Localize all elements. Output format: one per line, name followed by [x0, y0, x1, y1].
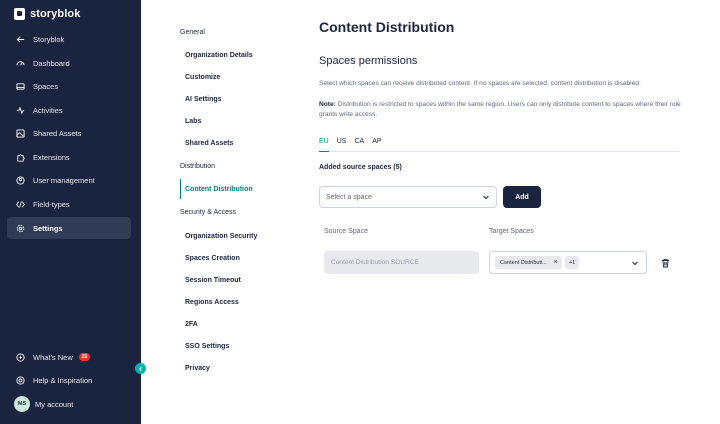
- added-spaces-label: Added source spaces (5): [319, 164, 402, 171]
- sidebar-item-settings[interactable]: Settings: [7, 217, 131, 239]
- arrow-left-icon: [16, 35, 25, 44]
- sidebar-item-extensions[interactable]: Extensions: [7, 146, 131, 168]
- my-account-label: My account: [35, 399, 74, 409]
- menu-item-spaces-creation[interactable]: Spaces Creation: [180, 248, 270, 268]
- settings-menu: General Organization Details Customize A…: [141, 0, 301, 424]
- sidebar-item-spaces[interactable]: Spaces: [7, 75, 131, 97]
- menu-item-privacy[interactable]: Privacy: [180, 358, 270, 378]
- note-text: Distribution is restricted to spaces wit…: [319, 101, 681, 118]
- sidebar-item-label: Dashboard: [33, 58, 70, 68]
- target-space-chip: Content Distributi... ×: [495, 256, 562, 269]
- menu-item-regions-access[interactable]: Regions Access: [180, 292, 270, 312]
- tab-eu[interactable]: EU: [319, 136, 329, 152]
- whats-new-label: What's New: [33, 352, 73, 362]
- user-icon: [16, 175, 25, 185]
- help-icon: [16, 375, 25, 385]
- sidebar-item-label: Spaces: [33, 81, 59, 91]
- gear-icon: [16, 224, 25, 233]
- add-button[interactable]: Add: [503, 186, 541, 208]
- sidebar-item-label: Shared Assets: [33, 128, 82, 138]
- menu-item-sso-settings[interactable]: SSO Settings: [180, 336, 270, 356]
- note: Note: Distribution is restricted to spac…: [319, 100, 689, 120]
- target-space-chip-label: Content Distributi...: [500, 259, 547, 266]
- menu-item-content-distribution[interactable]: Content Distribution: [180, 179, 270, 199]
- sidebar-item-field-types[interactable]: Field-types: [7, 193, 131, 215]
- sidebar-item-label: Extensions: [33, 152, 70, 162]
- tab-ap[interactable]: AP: [372, 136, 381, 152]
- menu-heading-general: General: [180, 29, 205, 36]
- menu-item-shared-assets[interactable]: Shared Assets: [180, 133, 270, 153]
- brand-logo[interactable]: storyblok: [14, 8, 80, 20]
- menu-item-organization-details[interactable]: Organization Details: [180, 45, 270, 65]
- image-icon: [16, 128, 25, 138]
- menu-item-2fa[interactable]: 2FA: [180, 314, 270, 334]
- sidebar-item-shared-assets[interactable]: Shared Assets: [7, 122, 131, 144]
- code-icon: [16, 200, 25, 209]
- chevron-down-icon: [483, 195, 489, 200]
- sidebar-item-label: Settings: [33, 223, 63, 233]
- chevron-down-icon: [632, 261, 638, 266]
- main-content: Content Distribution Spaces permissions …: [319, 0, 699, 424]
- menu-item-organization-security[interactable]: Organization Security: [180, 226, 270, 246]
- menu-item-customize[interactable]: Customize: [180, 67, 270, 87]
- note-label: Note:: [319, 101, 336, 108]
- sidebar-item-label: Field-types: [33, 199, 70, 209]
- target-spaces-header: Target Spaces: [489, 228, 534, 235]
- source-space-field: Content Distribution SOURCE: [324, 251, 479, 274]
- puzzle-icon: [16, 153, 25, 162]
- dashboard-icon: [16, 59, 25, 68]
- back-to-storyblok[interactable]: Storyblok: [7, 28, 131, 50]
- target-spaces-select[interactable]: Content Distributi... × +1: [489, 251, 647, 274]
- activity-icon: [16, 106, 25, 115]
- sidebar-item-dashboard[interactable]: Dashboard: [7, 52, 131, 74]
- help-label: Help & Inspiration: [33, 375, 93, 385]
- sidebar-item-activities[interactable]: Activities: [7, 99, 131, 121]
- avatar: MS: [14, 396, 30, 412]
- menu-item-ai-settings[interactable]: AI Settings: [180, 89, 270, 109]
- sidebar-item-user-management[interactable]: User management: [7, 169, 131, 191]
- storyblok-logo-icon: [14, 8, 25, 20]
- remove-chip-icon[interactable]: ×: [554, 259, 558, 266]
- tab-us[interactable]: US: [337, 136, 347, 152]
- description: Select which spaces can receive distribu…: [319, 80, 641, 87]
- help-inspiration[interactable]: Help & Inspiration: [7, 369, 131, 391]
- source-space-header: Source Space: [324, 228, 368, 235]
- page-title: Content Distribution: [319, 19, 455, 35]
- my-account[interactable]: MS My account: [7, 393, 131, 415]
- trash-icon[interactable]: [661, 258, 670, 268]
- menu-item-session-timeout[interactable]: Session Timeout: [180, 270, 270, 290]
- sparkle-icon: [16, 352, 25, 362]
- sidebar-item-label: User management: [33, 175, 95, 185]
- more-targets-chip: +1: [564, 256, 580, 269]
- region-tabs: EU US CA AP: [319, 136, 680, 152]
- menu-heading-security: Security & Access: [180, 209, 237, 216]
- menu-item-labs[interactable]: Labs: [180, 111, 270, 131]
- sidebar: storyblok Storyblok Dashboard Spaces Act…: [0, 0, 141, 424]
- tab-ca[interactable]: CA: [354, 136, 364, 152]
- back-label: Storyblok: [33, 34, 65, 44]
- space-select[interactable]: Select a space: [319, 186, 497, 208]
- spaces-icon: [16, 82, 25, 91]
- menu-heading-distribution: Distribution: [180, 163, 216, 170]
- brand-name: storyblok: [30, 8, 81, 20]
- whats-new[interactable]: What's New 25: [7, 346, 131, 368]
- space-select-placeholder: Select a space: [326, 193, 372, 201]
- sidebar-item-label: Activities: [33, 105, 63, 115]
- whats-new-badge: 25: [78, 353, 91, 361]
- section-title: Spaces permissions: [319, 55, 418, 67]
